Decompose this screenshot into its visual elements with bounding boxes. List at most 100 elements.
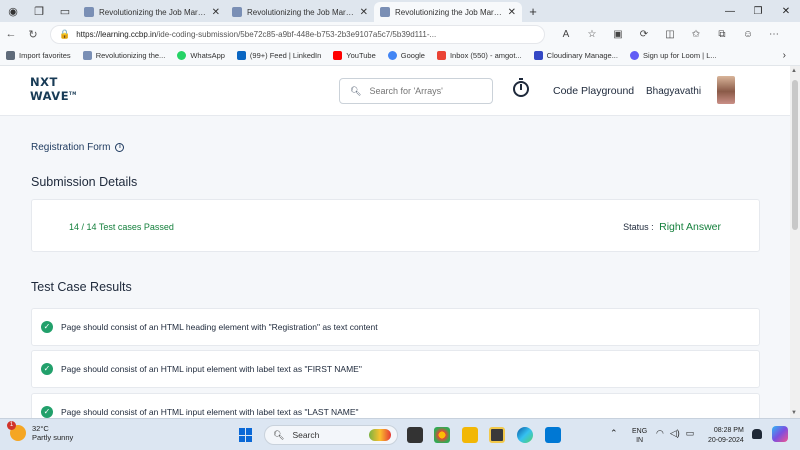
test-cases-passed: 14 / 14 Test cases Passed	[69, 222, 174, 232]
browser-tab-1[interactable]: Revolutionizing the Job Market | N ✕	[78, 2, 226, 22]
language-indicator[interactable]: ENG IN	[632, 427, 647, 445]
bookmark-import-favorites[interactable]: Import favorites	[6, 51, 71, 60]
status-label: Status :	[623, 222, 654, 232]
lock-icon[interactable]: 🔒	[59, 29, 70, 40]
vscode-icon[interactable]	[545, 427, 561, 443]
chevron-right-icon[interactable]: ›	[783, 50, 786, 61]
test-case-row[interactable]: ✓ Page should consist of an HTML input e…	[31, 350, 760, 388]
bookmark-label: YouTube	[346, 51, 376, 60]
restore-icon[interactable]: ❐	[744, 6, 772, 17]
clock-date: 20-09-2024	[708, 437, 744, 444]
search-icon: 🔍︎	[273, 429, 285, 440]
test-case-row[interactable]: ✓ Page should consist of an HTML heading…	[31, 308, 760, 346]
tab-title: Revolutionizing the Job Market | N	[395, 7, 504, 17]
browser-tab-3-active[interactable]: Revolutionizing the Job Market | N ✕	[374, 2, 522, 22]
test-case-text: Page should consist of an HTML input ele…	[61, 364, 362, 374]
page-content: NXT WAVETM 🔍︎ Code Playground Bhagyavath…	[0, 66, 790, 418]
taskbar-search[interactable]: 🔍︎ Search	[264, 425, 398, 445]
page-scrollbar[interactable]: ▲ ▼	[790, 66, 800, 418]
edge-icon[interactable]	[517, 427, 533, 443]
test-case-results-heading: Test Case Results	[31, 280, 132, 294]
read-aloud-icon[interactable]: A	[553, 29, 579, 40]
bookmark-label: Inbox (550) - amgot...	[449, 51, 522, 60]
search-input[interactable]	[369, 86, 490, 96]
scroll-down-icon[interactable]: ▼	[791, 410, 797, 416]
vertical-tabs-icon[interactable]: ▭	[52, 0, 78, 22]
bookmark-gmail[interactable]: Inbox (550) - amgot...	[436, 51, 522, 60]
logo-tm: TM	[69, 91, 77, 96]
favorite-star-icon[interactable]: ☆	[579, 29, 605, 40]
file-explorer-icon[interactable]	[462, 427, 478, 443]
profile-icon[interactable]: ◉	[0, 0, 26, 22]
tab-favicon-icon	[380, 7, 390, 17]
lang-line1: ENG	[632, 428, 648, 435]
chrome-icon[interactable]	[434, 427, 450, 443]
status-value: Right Answer	[659, 221, 721, 233]
nxtwave-logo[interactable]: NXT WAVETM	[30, 76, 77, 103]
bookmark-youtube[interactable]: YouTube	[333, 51, 376, 60]
workspaces-icon[interactable]: ❐	[26, 0, 52, 22]
ccbp-icon	[82, 51, 92, 60]
avatar[interactable]	[717, 76, 735, 104]
task-view-icon[interactable]	[407, 427, 423, 443]
code-playground-link[interactable]: Code Playground	[553, 85, 634, 97]
user-name[interactable]: Bhagyavathi	[646, 86, 701, 97]
windows-start-icon[interactable]	[239, 428, 253, 442]
bookmark-cloudinary[interactable]: Cloudinary Manage...	[533, 51, 618, 60]
collections-icon[interactable]: ⧉	[709, 29, 735, 40]
extension-icon[interactable]: ▣	[605, 29, 631, 40]
app-header: NXT WAVETM 🔍︎ Code Playground Bhagyavath…	[0, 66, 790, 116]
url-path: /ide-coding-submission/5be72c85-a9bf-448…	[156, 29, 437, 39]
bookmark-google[interactable]: Google	[387, 51, 425, 60]
bookmark-label: WhatsApp	[190, 51, 225, 60]
close-tab-icon[interactable]: ✕	[212, 7, 220, 18]
sticky-notes-icon[interactable]	[489, 427, 505, 443]
bookmark-revolutionizing[interactable]: Revolutionizing the...	[82, 51, 165, 60]
form-title-text: Registration Form	[31, 142, 111, 153]
browser-tab-2[interactable]: Revolutionizing the Job Market | N ✕	[226, 2, 374, 22]
search-box[interactable]: 🔍︎	[339, 78, 493, 104]
refresh-icon[interactable]: ↻	[22, 28, 44, 41]
bookmarks-bar: Import favorites Revolutionizing the... …	[0, 46, 800, 66]
wifi-icon[interactable]: ◠	[656, 428, 664, 439]
stopwatch-icon[interactable]	[513, 78, 529, 97]
bookmark-whatsapp[interactable]: WhatsApp	[177, 51, 225, 60]
volume-icon[interactable]: ◁)	[670, 428, 680, 439]
new-tab-icon[interactable]: +	[522, 4, 544, 19]
scroll-up-icon[interactable]: ▲	[791, 68, 797, 74]
refresh-extension-icon[interactable]: ⟳	[631, 29, 657, 40]
more-icon[interactable]: ⋯	[761, 29, 787, 40]
logo-line2: WAVE	[30, 88, 70, 103]
close-tab-icon[interactable]: ✕	[360, 7, 368, 18]
weather-widget[interactable]: 1 32°C Partly sunny	[7, 421, 73, 442]
minimize-icon[interactable]: —	[716, 6, 744, 17]
submission-summary-card: 14 / 14 Test cases Passed Status : Right…	[31, 199, 760, 252]
test-case-text: Page should consist of an HTML heading e…	[61, 322, 378, 332]
battery-icon[interactable]: ▭	[686, 428, 695, 439]
form-title: Registration Form i	[31, 142, 125, 153]
favorites-icon[interactable]: ✩	[683, 29, 709, 40]
close-window-icon[interactable]: ✕	[772, 6, 800, 17]
bookmark-linkedin[interactable]: (99+) Feed | LinkedIn	[236, 51, 321, 60]
test-case-row[interactable]: ✓ Page should consist of an HTML input e…	[31, 393, 760, 418]
chevron-up-icon[interactable]: ⌃	[610, 428, 618, 439]
lang-line2: IN	[636, 437, 644, 444]
youtube-icon	[333, 51, 343, 60]
bookmark-label: Sign up for Loom | L...	[642, 51, 717, 60]
profile-avatar-icon[interactable]: ☺	[735, 29, 761, 40]
notification-badge: 1	[7, 421, 16, 430]
address-bar[interactable]: 🔒 https://learning.ccbp.in/ide-coding-su…	[50, 24, 545, 44]
split-screen-icon[interactable]: ◫	[657, 29, 683, 40]
scrollbar-thumb[interactable]	[792, 80, 798, 230]
browser-toolbar: ← ↻ 🔒 https://learning.ccbp.in/ide-codin…	[0, 22, 800, 46]
partly-sunny-icon: 1	[7, 421, 26, 441]
notification-bell-icon[interactable]	[752, 429, 762, 439]
url-text: https://learning.ccbp.in/ide-coding-subm…	[76, 30, 536, 39]
copilot-icon[interactable]	[772, 426, 788, 442]
info-icon[interactable]: i	[115, 143, 125, 152]
browser-tab-strip: ◉ ❐ ▭ Revolutionizing the Job Market | N…	[0, 0, 800, 22]
bookmark-loom[interactable]: Sign up for Loom | L...	[629, 51, 717, 60]
clock[interactable]: 08:28 PM 20-09-2024	[708, 426, 744, 446]
close-tab-icon[interactable]: ✕	[508, 7, 516, 18]
back-icon[interactable]: ←	[0, 28, 22, 40]
